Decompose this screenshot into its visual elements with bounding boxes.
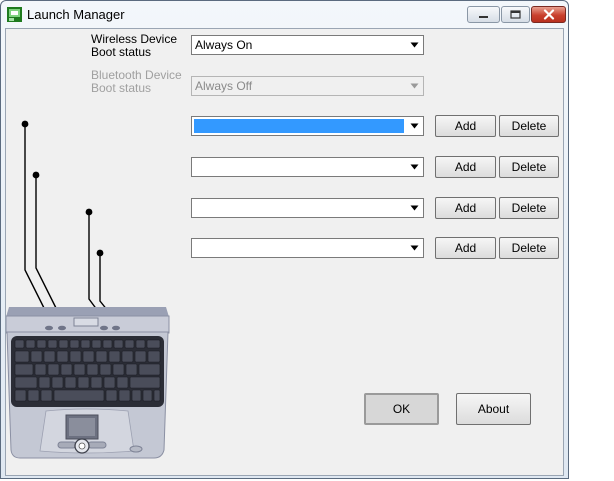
dropdown-arrow-icon[interactable] (406, 240, 422, 256)
bluetooth-boot-status-select: Always Off (191, 76, 424, 96)
close-icon (543, 9, 554, 20)
delete-button-4[interactable]: Delete (499, 237, 559, 259)
launch-key-select-4[interactable] (191, 238, 424, 258)
minimize-button[interactable] (467, 6, 500, 23)
laptop-illustration (6, 120, 170, 459)
bluetooth-boot-status-value: Always Off (195, 79, 253, 93)
launch-key-select-1[interactable] (191, 116, 424, 136)
dropdown-arrow-icon[interactable] (406, 159, 422, 175)
window-title: Launch Manager (27, 7, 125, 22)
title-bar[interactable]: Launch Manager (1, 1, 568, 28)
about-button[interactable]: About (456, 393, 531, 425)
maximize-icon (510, 10, 521, 19)
ok-button[interactable]: OK (364, 393, 439, 425)
launch-manager-window: Launch Manager Wireless Device Boot stat… (0, 0, 569, 479)
wireless-boot-status-select[interactable]: Always On (191, 35, 424, 55)
selection-highlight (194, 119, 404, 133)
dropdown-arrow-icon[interactable] (406, 37, 422, 53)
dropdown-arrow-icon[interactable] (406, 118, 422, 134)
delete-button-3[interactable]: Delete (499, 197, 559, 219)
dropdown-arrow-icon (406, 78, 422, 94)
dropdown-arrow-icon[interactable] (406, 200, 422, 216)
launch-key-select-3[interactable] (191, 198, 424, 218)
launch-key-select-2[interactable] (191, 157, 424, 177)
maximize-button[interactable] (501, 6, 530, 23)
client-area: Wireless Device Boot status Always On Bl… (5, 28, 564, 476)
wireless-label-line2: Boot status (91, 45, 152, 59)
wireless-boot-status-value: Always On (195, 38, 253, 52)
close-button[interactable] (531, 6, 566, 23)
delete-button-2[interactable]: Delete (499, 156, 559, 178)
bluetooth-label-line2: Boot status (91, 81, 152, 95)
delete-button-1[interactable]: Delete (499, 115, 559, 137)
add-button-1[interactable]: Add (435, 115, 496, 137)
add-button-4[interactable]: Add (435, 237, 496, 259)
add-button-2[interactable]: Add (435, 156, 496, 178)
add-button-3[interactable]: Add (435, 197, 496, 219)
minimize-icon (479, 15, 488, 18)
launch-manager-icon (7, 7, 22, 22)
